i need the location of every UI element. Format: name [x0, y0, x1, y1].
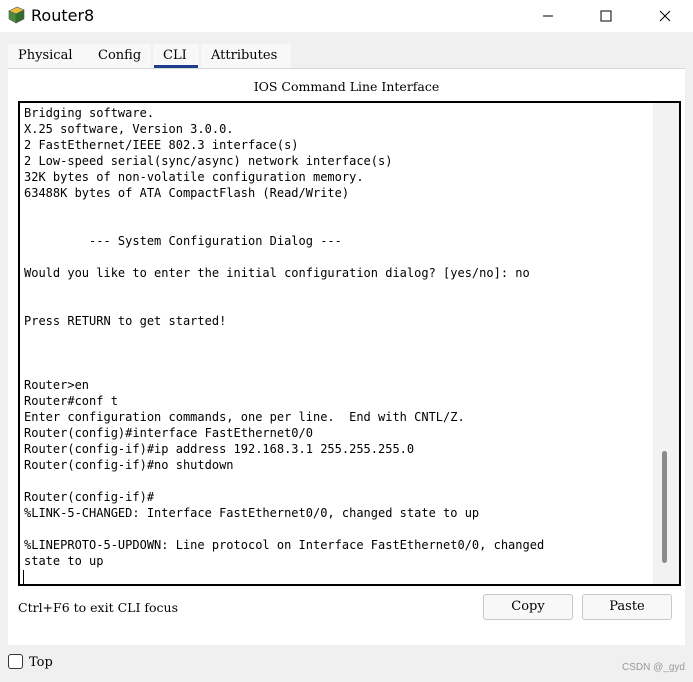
maximize-button[interactable] [583, 0, 629, 32]
title-bar: Router8 [0, 0, 693, 32]
top-checkbox[interactable] [8, 654, 23, 669]
close-button[interactable] [642, 0, 688, 32]
scrollbar-thumb[interactable] [662, 451, 667, 563]
tab-attributes[interactable]: Attributes [201, 44, 291, 68]
cli-header: IOS Command Line Interface [253, 79, 440, 94]
copy-button[interactable]: Copy [483, 594, 573, 620]
top-checkbox-label: Top [29, 655, 53, 670]
maximize-icon [600, 10, 612, 22]
cli-terminal[interactable]: Bridging software. X.25 software, Versio… [18, 101, 681, 586]
exit-cli-hint: Ctrl+F6 to exit CLI focus [18, 600, 178, 615]
close-icon [659, 10, 671, 22]
watermark: CSDN @_gyd [622, 662, 685, 673]
minimize-icon [543, 15, 553, 17]
cli-panel: IOS Command Line Interface Bridging soft… [8, 68, 685, 645]
terminal-output: Bridging software. X.25 software, Versio… [24, 106, 545, 568]
tab-physical[interactable]: Physical [8, 44, 88, 68]
window-title: Router8 [31, 6, 95, 25]
minimize-button[interactable] [525, 0, 571, 32]
text-cursor [23, 570, 24, 584]
tab-config[interactable]: Config [88, 44, 151, 68]
vertical-scrollbar[interactable] [653, 103, 679, 584]
paste-button[interactable]: Paste [582, 594, 672, 620]
router-icon [8, 6, 25, 24]
